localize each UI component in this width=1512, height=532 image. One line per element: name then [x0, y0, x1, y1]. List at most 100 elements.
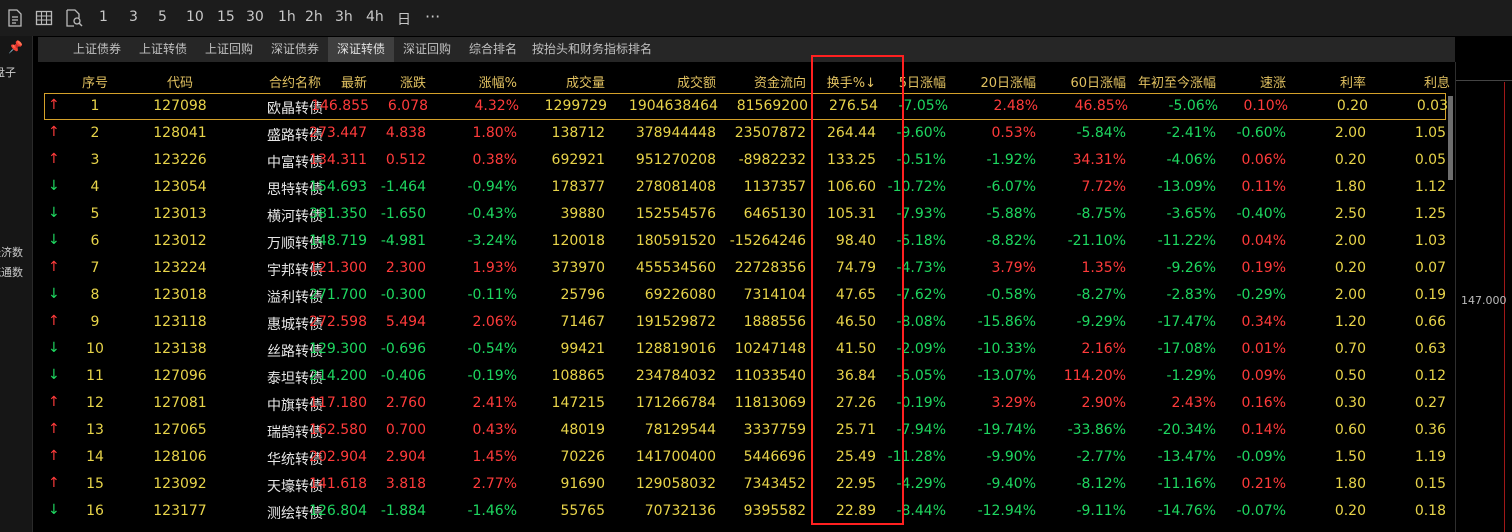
document-icon[interactable]: [7, 9, 25, 27]
cell-last: 134.311: [309, 152, 367, 168]
cell-rate: 0.70: [1334, 341, 1366, 357]
period-button-8[interactable]: 2h: [305, 9, 323, 25]
cell-ytd: -4.06%: [1166, 152, 1216, 168]
cell-code: 123226: [153, 152, 207, 168]
table-row[interactable]: ↓ 6 123012 万顺转债 148.719 -4.981 -3.24% 120018 180…: [38, 228, 1450, 255]
table-row[interactable]: ↓ 11 127096 泰坦转债 214.200 -0.406 -0.19% 108865 23…: [38, 363, 1450, 390]
cell-ytd: -2.83%: [1166, 287, 1216, 303]
cell-interest: 0.03: [1416, 98, 1448, 114]
cell-d5: -5.18%: [896, 233, 946, 249]
cell-amt: 141700400: [635, 449, 716, 465]
more-periods-button[interactable]: ···: [425, 7, 440, 26]
period-button-10[interactable]: 4h: [366, 9, 384, 25]
cell-interest: 0.07: [1414, 260, 1446, 276]
column-header-amt[interactable]: 成交额: [677, 72, 716, 91]
column-header-speed[interactable]: 速涨: [1260, 72, 1286, 91]
cell-d60: -33.86%: [1067, 422, 1126, 438]
table-row[interactable]: ↑ 2 128041 盛路转债 273.447 4.838 1.80% 138712 37894…: [38, 120, 1450, 147]
column-header-ytd[interactable]: 年初至今涨幅: [1138, 72, 1216, 91]
cell-d60: 2.90%: [1081, 395, 1126, 411]
period-button-3[interactable]: 5: [158, 9, 167, 25]
tab-5[interactable]: 深证转债: [328, 37, 394, 62]
cell-no: 9: [90, 314, 100, 330]
period-button-1[interactable]: 1: [99, 9, 108, 25]
column-header-vol[interactable]: 成交量: [566, 72, 605, 91]
cell-flow: 7343452: [743, 476, 806, 492]
column-header-chg[interactable]: 涨跌: [400, 72, 426, 91]
cell-vol: 71467: [560, 314, 605, 330]
cell-vol: 138712: [551, 125, 605, 141]
cell-speed: 0.34%: [1241, 314, 1286, 330]
cell-turn: 133.25: [827, 152, 876, 168]
cell-d20: -1.92%: [986, 152, 1036, 168]
cell-d5: -8.44%: [896, 503, 946, 519]
cell-d20: -15.86%: [977, 314, 1036, 330]
tab-3[interactable]: 上证回购: [198, 37, 260, 62]
bond-quote-table: 序号 代码 合约名称 最新 涨跌 涨幅% 成交量 成交额 资金流向 换手%↓ 5日涨幅 20日涨幅 60…: [38, 66, 1450, 532]
up-arrow-icon: ↑: [48, 475, 60, 491]
down-arrow-icon: ↓: [48, 502, 60, 518]
table-header: 序号 代码 合约名称 最新 涨跌 涨幅% 成交量 成交额 资金流向 换手%↓ 5日涨幅 20日涨幅 60…: [38, 66, 1450, 92]
period-button-9[interactable]: 3h: [335, 9, 353, 25]
cell-flow: -8982232: [738, 152, 806, 168]
table-icon[interactable]: [35, 9, 53, 27]
cell-pct: 2.77%: [472, 476, 517, 492]
table-row[interactable]: ↓ 16 123177 测绘转债 126.804 -1.884 -1.46% 55765 707…: [38, 498, 1450, 525]
column-header-turn[interactable]: 换手%↓: [827, 72, 876, 91]
table-row[interactable]: ↓ 10 123138 丝路转债 129.300 -0.696 -0.54% 99421 128…: [38, 336, 1450, 363]
table-row[interactable]: ↑ 7 123224 宇邦转债 121.300 2.300 1.93% 373970 45553…: [38, 255, 1450, 282]
cell-d20: -13.07%: [977, 368, 1036, 384]
cell-d5: -7.93%: [896, 206, 946, 222]
table-row[interactable]: ↓ 8 123018 溢利转债 271.700 -0.300 -0.11% 25796 6922…: [38, 282, 1450, 309]
cell-d60: -5.84%: [1076, 125, 1126, 141]
column-header-last[interactable]: 最新: [341, 72, 367, 91]
table-row[interactable]: ↑ 9 123118 惠城转债 272.598 5.494 2.06% 71467 191529…: [38, 309, 1450, 336]
period-button-5[interactable]: 15: [217, 9, 235, 25]
vertical-scrollbar[interactable]: [1448, 96, 1453, 180]
tab-7[interactable]: 综合排名: [462, 37, 524, 62]
column-header-d5[interactable]: 5日涨幅: [899, 72, 946, 91]
table-row[interactable]: ↑ 3 123226 中富转债 134.311 0.512 0.38% 692921 95127…: [38, 147, 1450, 174]
cell-d60: -9.29%: [1076, 314, 1126, 330]
pin-icon[interactable]: 📌: [8, 40, 23, 54]
cell-pct: 0.43%: [472, 422, 517, 438]
tab-2[interactable]: 上证转债: [132, 37, 194, 62]
cell-code: 127098: [153, 98, 207, 114]
column-header-flow[interactable]: 资金流向: [754, 72, 806, 91]
table-row[interactable]: ↑ 15 123092 天壕转债 141.618 3.818 2.77% 91690 12905…: [38, 471, 1450, 498]
cell-pct: 1.80%: [472, 125, 517, 141]
cell-ytd: -13.09%: [1157, 179, 1216, 195]
cell-flow: 11033540: [734, 368, 806, 384]
tab-8[interactable]: 按抬头和财务指标排名: [528, 37, 656, 62]
cell-flow: 1137357: [743, 179, 806, 195]
cell-chg: 5.494: [385, 314, 426, 330]
cell-no: 6: [90, 233, 100, 249]
cell-ytd: -9.26%: [1166, 260, 1216, 276]
search-document-icon[interactable]: [65, 9, 83, 27]
tab-1[interactable]: 上证债券: [66, 37, 128, 62]
period-button-11[interactable]: 日: [397, 9, 411, 29]
column-header-d20[interactable]: 20日涨幅: [980, 72, 1036, 91]
up-arrow-icon: ↑: [48, 394, 60, 410]
column-header-interest[interactable]: 利息: [1424, 72, 1450, 91]
table-row[interactable]: ↑ 13 127065 瑞鹄转债 162.580 0.700 0.43% 48019 78129…: [38, 417, 1450, 444]
column-header-pct[interactable]: 涨幅%: [479, 72, 517, 91]
cell-rate: 2.00: [1334, 233, 1366, 249]
table-row[interactable]: ↑ 12 127081 中旗转债 117.180 2.760 2.41% 147215 1712…: [38, 390, 1450, 417]
down-arrow-icon: ↓: [48, 205, 60, 221]
table-row[interactable]: ↑ 14 128106 华统转债 202.904 2.904 1.45% 70226 14170…: [38, 444, 1450, 471]
tab-6[interactable]: 深证回购: [396, 37, 458, 62]
period-button-7[interactable]: 1h: [278, 9, 296, 25]
period-button-4[interactable]: 10: [186, 9, 204, 25]
table-row[interactable]: ↓ 5 123013 横河转债 381.350 -1.650 -0.43% 39880 1525…: [38, 201, 1450, 228]
table-row[interactable]: ↑ 1 127098 欧晶转债 146.855 6.078 4.32% 1299729 1904…: [44, 93, 1448, 120]
column-header-rate[interactable]: 利率: [1340, 72, 1366, 91]
table-row[interactable]: ↓ 4 123054 思特转债 154.693 -1.464 -0.94% 178377 278…: [38, 174, 1450, 201]
cell-code: 123177: [153, 503, 207, 519]
tab-4[interactable]: 深证债券: [264, 37, 326, 62]
period-button-2[interactable]: 3: [129, 9, 138, 25]
period-button-6[interactable]: 30: [246, 9, 264, 25]
column-header-d60[interactable]: 60日涨幅: [1070, 72, 1126, 91]
cell-flow: 81569200: [736, 98, 808, 114]
up-arrow-icon: ↑: [48, 421, 60, 437]
